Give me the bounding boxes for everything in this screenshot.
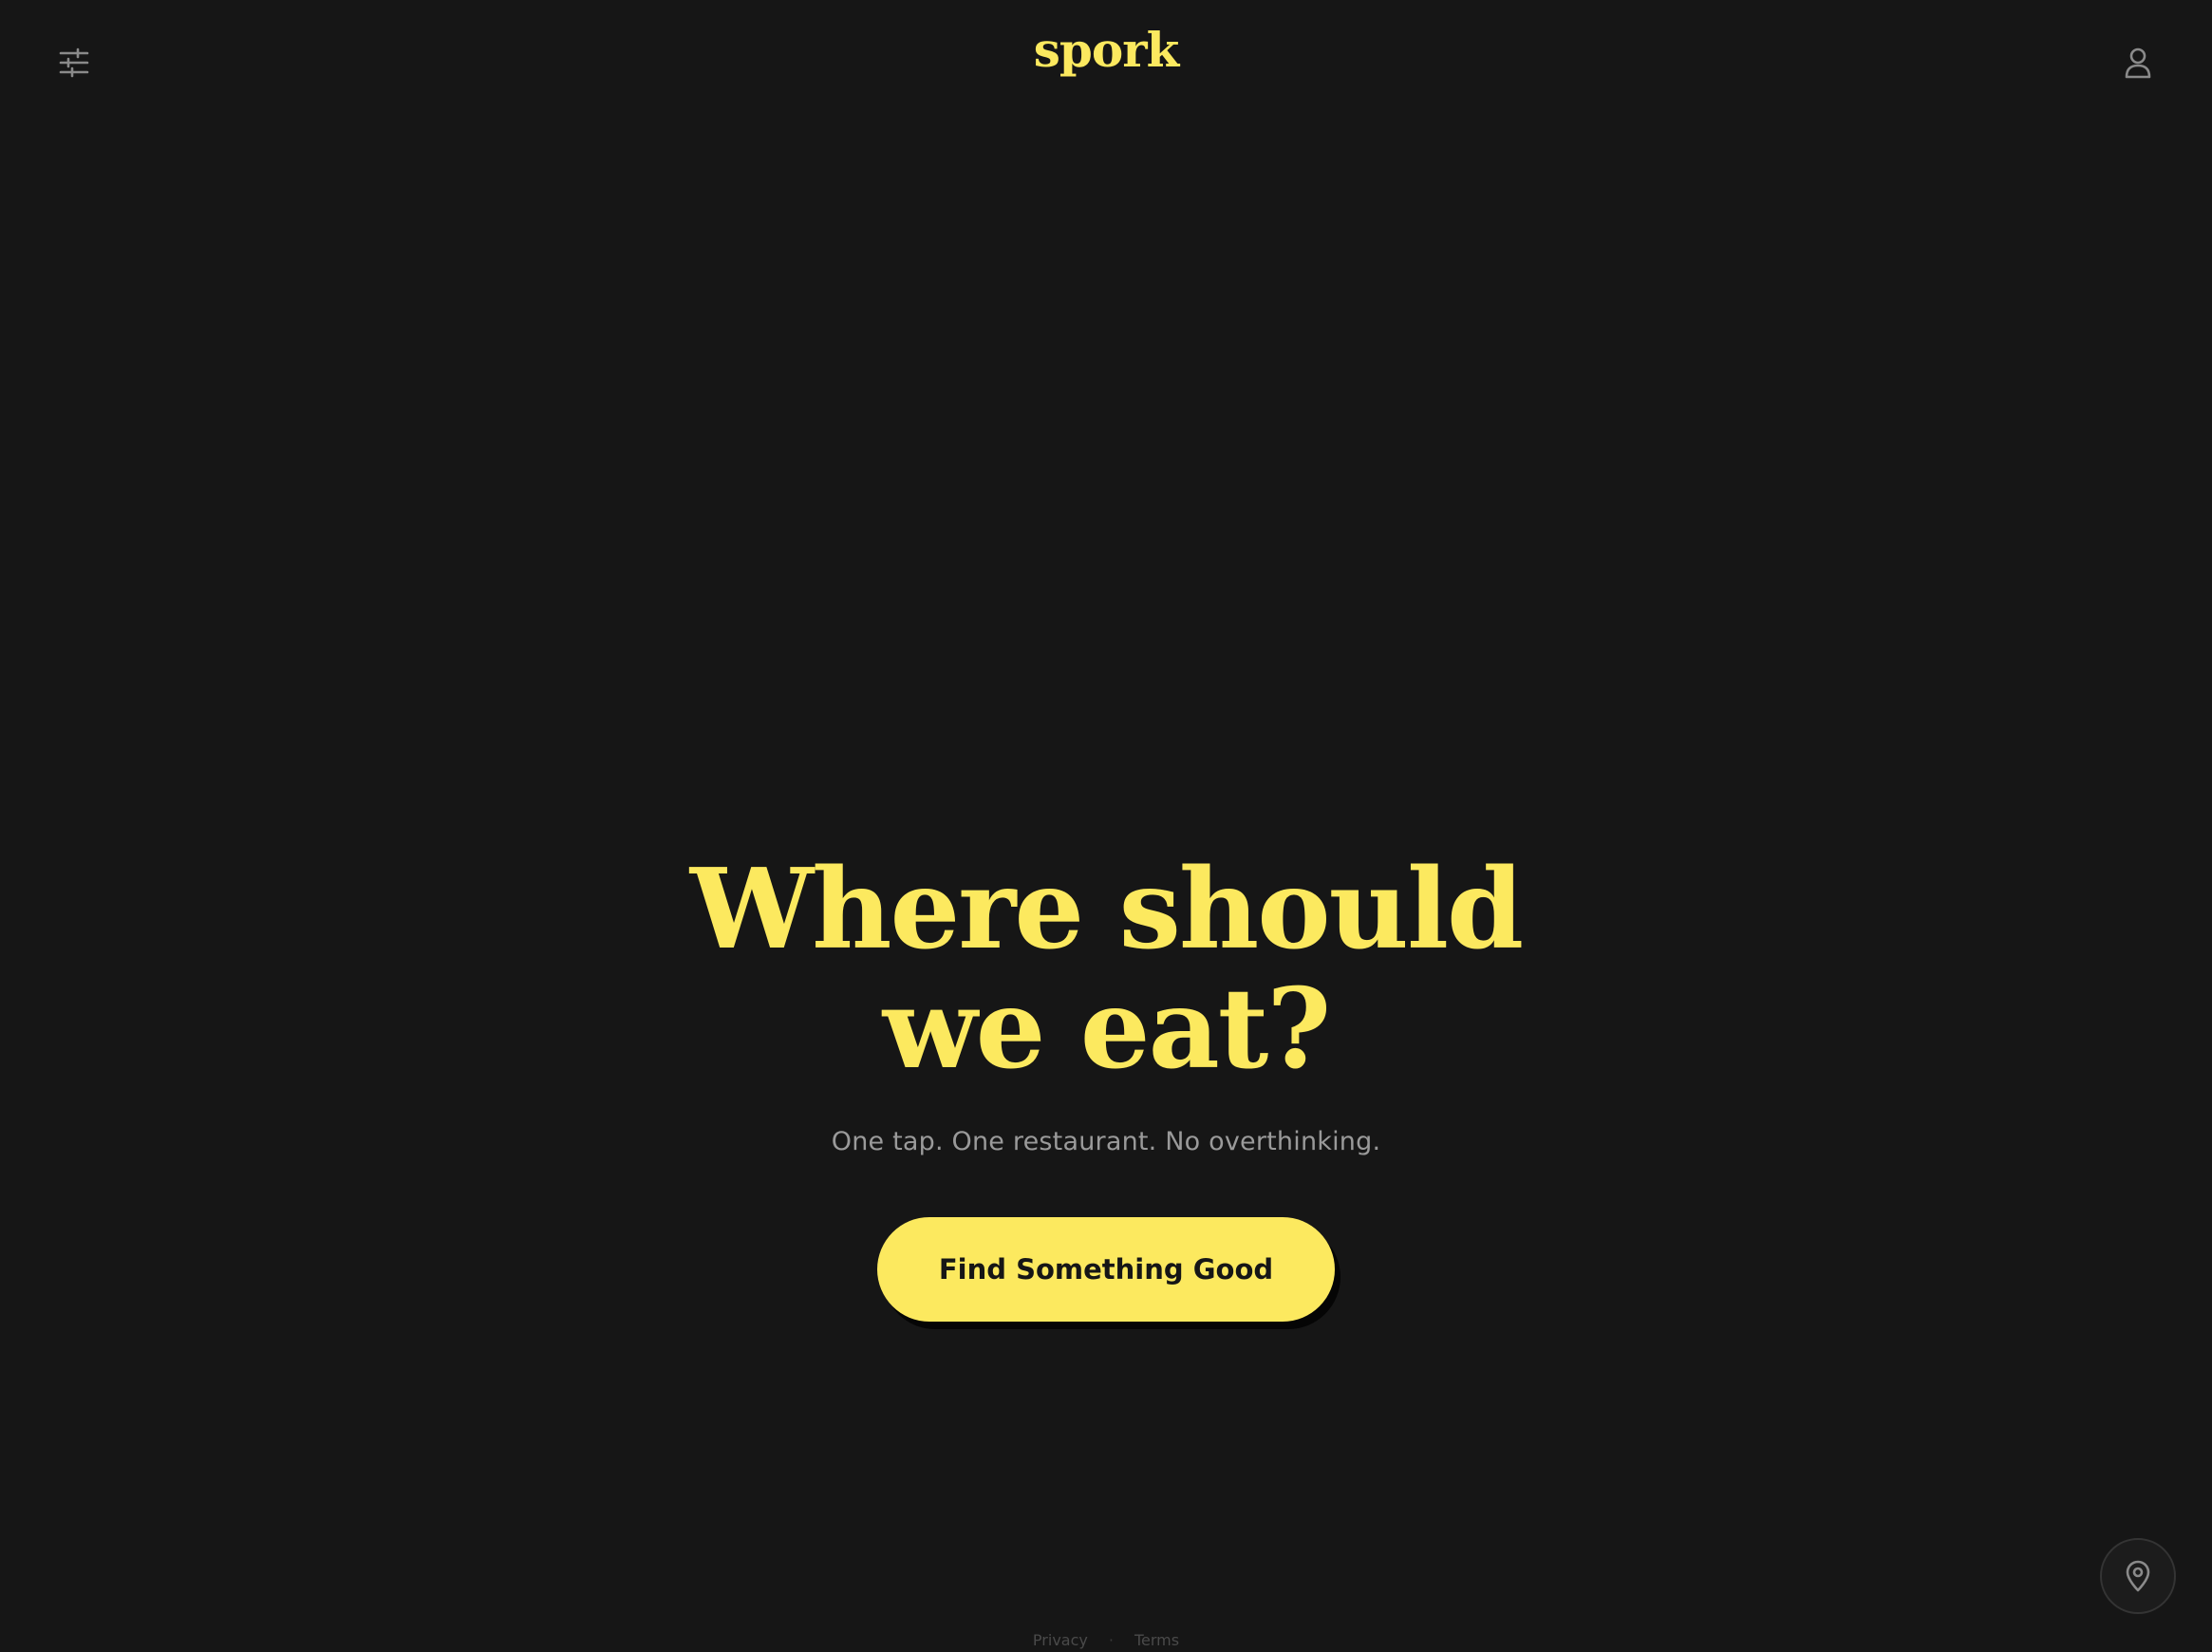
page-title: Where should we eat? [0,850,2212,1089]
privacy-link[interactable]: Privacy [1033,1631,1088,1649]
user-icon [2125,47,2151,79]
map-pin-icon [2126,1560,2150,1592]
spork-logo[interactable]: spork [1034,27,1179,74]
location-button[interactable] [2100,1538,2176,1614]
footer: Privacy · Terms [0,1631,2212,1652]
hero-section: Where should we eat? One tap. One restau… [0,850,2212,1322]
tagline: One tap. One restaurant. No overthinking… [831,1127,1381,1156]
terms-link[interactable]: Terms [1134,1631,1179,1649]
headline-line-2: we eat? [882,965,1332,1094]
profile-button[interactable] [2111,36,2165,89]
find-something-good-button[interactable]: Find Something Good [877,1217,1335,1322]
sliders-icon [59,47,89,78]
cta-container: Find Something Good [0,1217,2212,1322]
top-bar: spork [0,0,2212,123]
filters-button[interactable] [47,36,101,89]
footer-separator: · [1108,1631,1114,1649]
landing-page: spork Where should we eat? One tap. One … [0,0,2212,1652]
headline-line-1: Where should [689,845,1524,974]
